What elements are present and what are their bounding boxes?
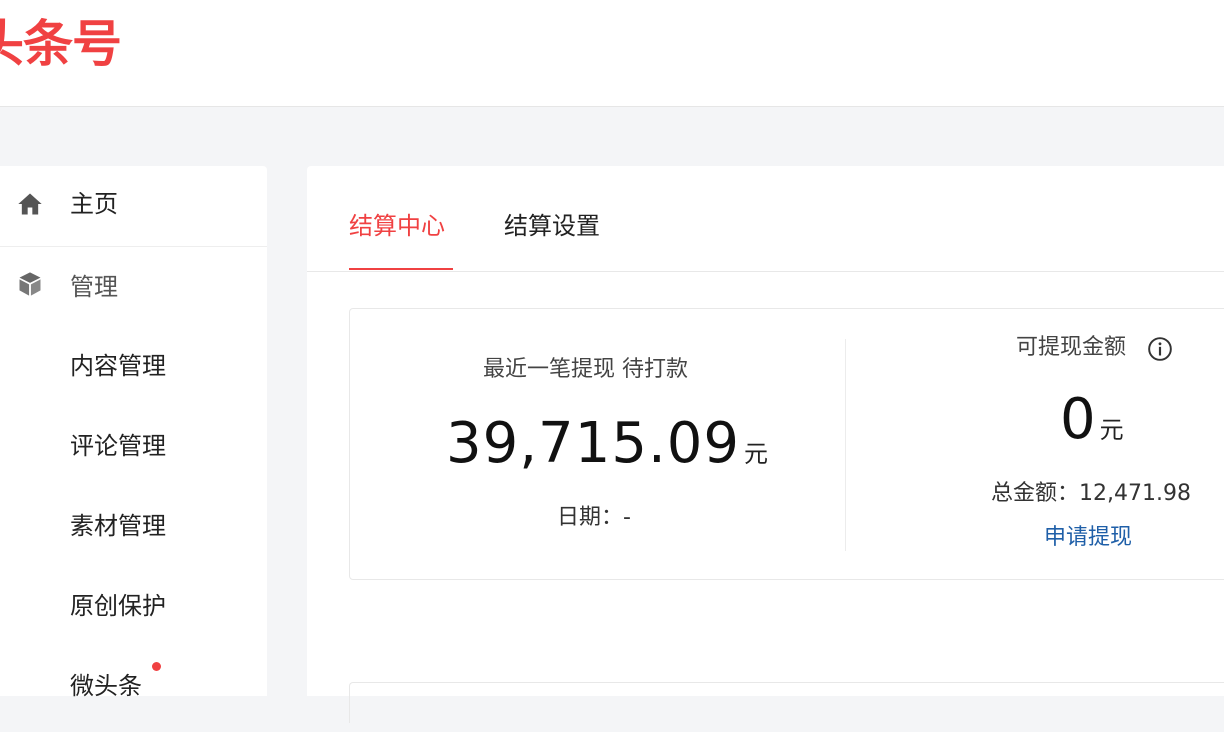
sidebar-item-home[interactable]: 主页 xyxy=(0,166,267,247)
card-divider xyxy=(845,339,846,551)
sidebar-item-label: 主页 xyxy=(70,190,118,218)
available-amount: 0元 xyxy=(1060,385,1124,455)
available-amount-value: 0 xyxy=(1060,387,1096,452)
active-tab-indicator xyxy=(349,268,453,270)
recent-amount-value: 39,715.09 xyxy=(446,411,741,476)
top-header: 头条号 xyxy=(0,0,1224,107)
home-icon xyxy=(18,193,42,215)
sidebar-item-comment-management[interactable]: 评论管理 xyxy=(0,412,267,492)
tab-settlement-settings[interactable]: 结算设置 xyxy=(504,210,600,242)
sidebar-item-label: 内容管理 xyxy=(70,352,166,380)
brand-logo[interactable]: 头条号 xyxy=(0,14,122,74)
sidebar-item-material-management[interactable]: 素材管理 xyxy=(0,492,267,572)
available-amount-label: 可提现金额 xyxy=(1016,335,1127,360)
apply-withdraw-link[interactable]: 申请提现 xyxy=(1044,523,1132,553)
sidebar-item-original-protection[interactable]: 原创保护 xyxy=(0,572,267,652)
tab-settlement-center[interactable]: 结算中心 xyxy=(349,210,453,270)
available-amount-unit: 元 xyxy=(1099,416,1124,444)
settlement-panel: 结算中心 结算设置 最近一笔提现 待打款 39,715.09 元 日期：- 可提现… xyxy=(307,166,1224,723)
cube-icon xyxy=(19,272,41,296)
sidebar-item-label: 管理 xyxy=(70,273,118,301)
info-icon[interactable] xyxy=(1147,336,1173,362)
sidebar-item-label: 原创保护 xyxy=(70,592,166,620)
sidebar: 主页 管理 内容管理 评论管理 素材管理 原创保护 微头条 xyxy=(0,166,267,700)
tab-label: 结算中心 xyxy=(349,212,445,240)
tab-label: 结算设置 xyxy=(504,212,600,240)
sidebar-item-label: 评论管理 xyxy=(70,432,166,460)
sidebar-item-content-management[interactable]: 内容管理 xyxy=(0,332,267,412)
sidebar-item-micro-headline[interactable]: 微头条 xyxy=(0,652,267,732)
sidebar-item-label: 微头条 xyxy=(70,672,142,700)
recent-withdraw-amount: 39,715.09 元 xyxy=(446,409,768,479)
notification-dot xyxy=(152,662,161,671)
withdraw-summary-card: 最近一笔提现 待打款 39,715.09 元 日期：- 可提现金额 0元 总金额：… xyxy=(349,308,1224,580)
tab-bar: 结算中心 结算设置 xyxy=(307,166,1224,272)
recent-amount-unit: 元 xyxy=(744,440,769,468)
recent-withdraw-label: 最近一笔提现 待打款 xyxy=(483,357,688,382)
total-amount: 总金额：12,471.98 xyxy=(991,481,1191,506)
withdraw-date: 日期：- xyxy=(557,505,631,530)
secondary-card xyxy=(349,682,1224,723)
sidebar-item-label: 素材管理 xyxy=(70,512,166,540)
sidebar-item-manage[interactable]: 管理 xyxy=(0,249,267,329)
